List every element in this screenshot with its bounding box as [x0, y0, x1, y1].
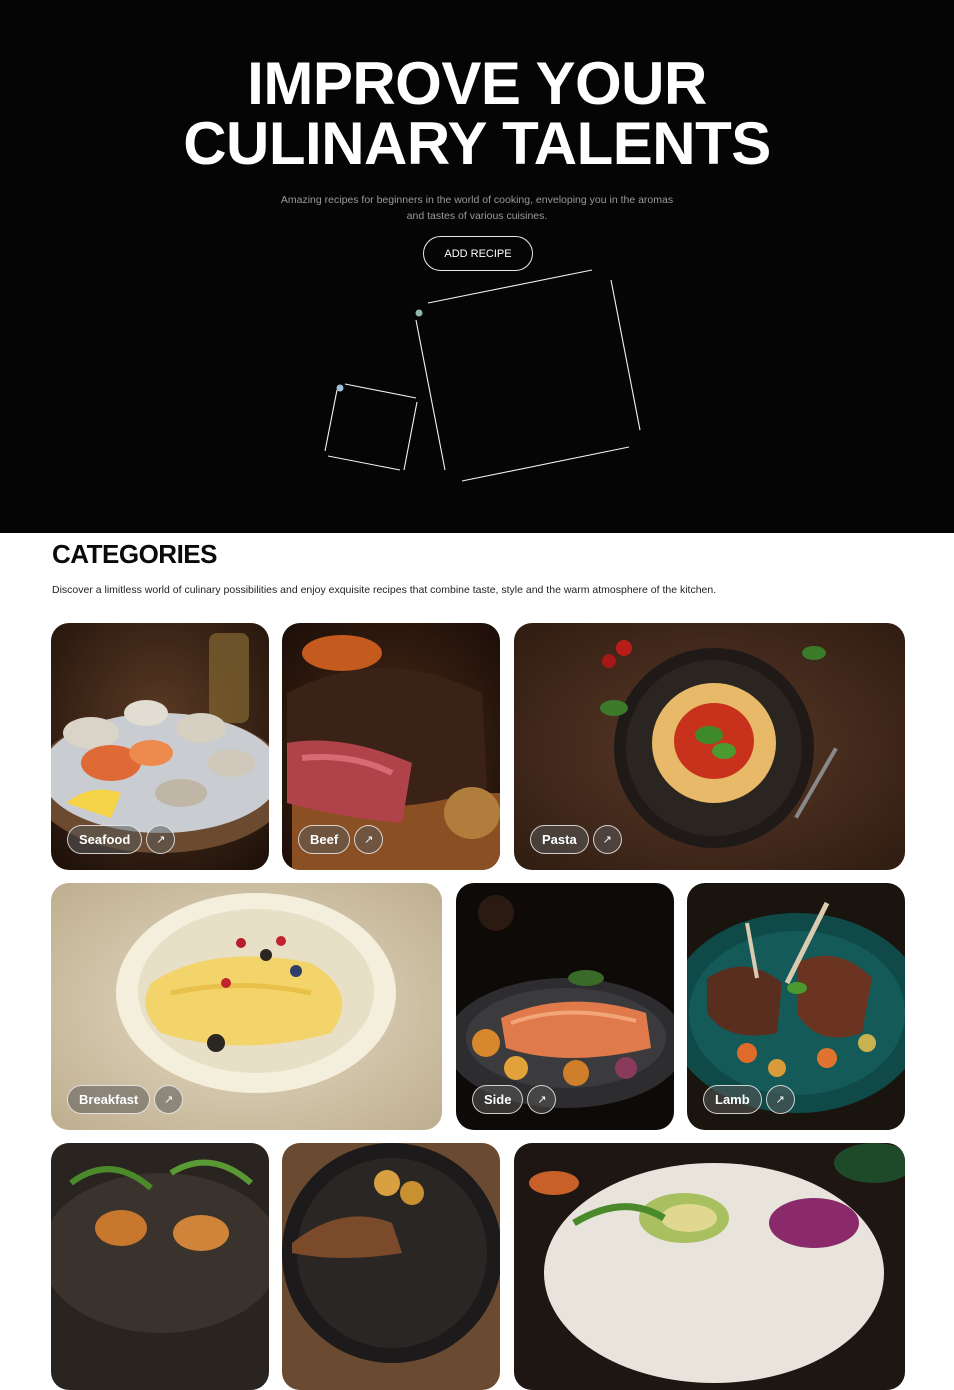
category-card-lamb[interactable]: Lamb ↗ [687, 883, 905, 1130]
category-card-salad[interactable] [514, 1143, 905, 1390]
category-chip: Breakfast ↗ [67, 1085, 184, 1114]
category-chip: Side ↗ [472, 1085, 557, 1114]
arrow-up-right-icon[interactable]: ↗ [354, 825, 384, 854]
skillet-image [282, 1143, 500, 1390]
arrow-up-right-icon[interactable]: ↗ [527, 1085, 557, 1114]
category-card-scallops[interactable] [51, 1143, 269, 1390]
category-label: Pasta [530, 825, 589, 854]
category-label: Breakfast [67, 1085, 151, 1114]
category-label: Side [472, 1085, 524, 1114]
category-chip: Beef ↗ [298, 825, 384, 854]
category-card-pasta[interactable]: Pasta ↗ [514, 623, 905, 870]
category-label: Lamb [703, 1085, 762, 1114]
hero-decorative-frames [324, 269, 641, 482]
category-card-side[interactable]: Side ↗ [456, 883, 674, 1130]
category-card-beef[interactable]: Beef ↗ [282, 623, 500, 870]
category-chip: Seafood ↗ [67, 825, 176, 854]
categories-title: CATEGORIES [52, 539, 217, 569]
scallops-image [51, 1143, 269, 1390]
arrow-up-right-icon[interactable]: ↗ [592, 825, 622, 854]
arrow-up-right-icon[interactable]: ↗ [765, 1085, 795, 1114]
category-chip: Pasta ↗ [530, 825, 622, 854]
arrow-up-right-icon[interactable]: ↗ [154, 1085, 184, 1114]
category-label: Beef [298, 825, 351, 854]
category-card-seafood[interactable]: Seafood ↗ [51, 623, 269, 870]
category-card-breakfast[interactable]: Breakfast ↗ [51, 883, 442, 1130]
frame-corner-dot [336, 384, 344, 392]
category-label: Seafood [67, 825, 143, 854]
frame-corner-dot [415, 309, 423, 317]
hero-section: IMPROVE YOUR CULINARY TALENTS Amazing re… [0, 0, 954, 533]
arrow-up-right-icon[interactable]: ↗ [146, 825, 176, 854]
categories-description: Discover a limitless world of culinary p… [52, 584, 717, 596]
category-card-skillet[interactable] [282, 1143, 500, 1390]
salad-image [514, 1143, 905, 1390]
category-chip: Lamb ↗ [703, 1085, 795, 1114]
